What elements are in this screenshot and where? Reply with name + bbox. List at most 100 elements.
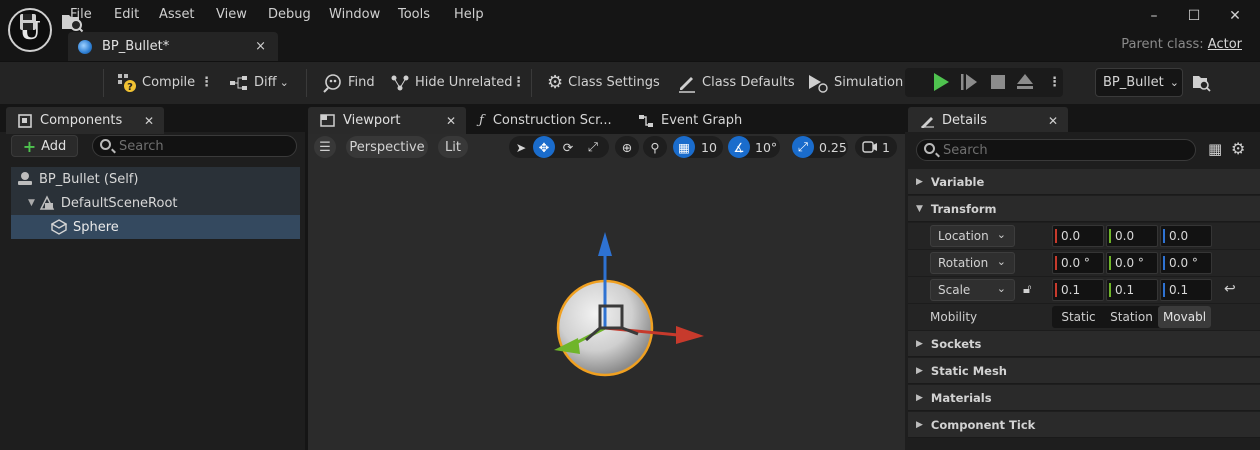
debug-object-browse-icon[interactable] [1191,61,1211,104]
category-label: Static Mesh [930,363,1007,378]
scale-dropdown[interactable]: Scale ⌄ [930,279,1015,301]
mobility-static-option[interactable]: Static [1052,306,1105,328]
tab-viewport[interactable]: Viewport ✕ [308,107,466,134]
category-transform[interactable]: ▼ Transform [908,196,1260,222]
rotation-z-field[interactable]: 0.0 ° [1160,252,1212,274]
camera-speed-button[interactable]: 1 [855,136,897,158]
document-tab-bp-bullet[interactable]: BP_Bullet* × [68,32,278,61]
scale-mode-icon[interactable]: ⤢ [581,139,605,155]
close-window-button[interactable]: ✕ [1222,8,1248,30]
minimize-button[interactable]: – [1141,8,1167,30]
browse-icon[interactable] [60,0,84,43]
close-icon[interactable]: ✕ [1048,114,1058,128]
tab-details[interactable]: Details ✕ [908,107,1068,134]
perspective-button[interactable]: Perspective [346,136,428,158]
mobility-stationary-option[interactable]: Station [1105,306,1158,328]
eject-icon[interactable] [1016,73,1034,95]
location-dropdown[interactable]: Location ⌄ [930,225,1015,247]
menu-debug[interactable]: Debug [268,7,311,25]
location-y-field[interactable]: 0.0 [1106,225,1158,247]
diff-button[interactable]: Diff ⌄ [229,61,289,104]
rotation-label: Rotation [938,256,989,270]
menu-help[interactable]: Help [454,7,484,25]
settings-gear-icon[interactable]: ⚙ [1231,139,1245,158]
menu-tools[interactable]: Tools [398,7,430,25]
rotation-dropdown[interactable]: Rotation ⌄ [930,252,1015,274]
category-variable[interactable]: ▶ Variable [908,169,1260,195]
maximize-button[interactable]: ☐ [1181,8,1207,30]
play-controls [905,68,1063,97]
parent-class-link[interactable]: Actor [1208,37,1242,52]
collapse-arrow-icon[interactable]: ▼ [28,198,35,208]
grid-snap-button[interactable]: ▦ 10 [673,136,723,158]
viewport-menu-icon[interactable]: ☰ [314,136,336,158]
compile-options-icon[interactable]: ⋮ [200,61,213,104]
property-location: Location ⌄ 0.0 0.0 0.0 [908,223,1260,250]
close-icon[interactable]: ✕ [144,114,154,128]
close-tab-icon[interactable]: × [255,39,266,54]
mobility-movable-option[interactable]: Movabl [1158,306,1211,328]
find-button[interactable]: Find [323,61,375,104]
stop-icon[interactable] [990,74,1006,94]
menu-window[interactable]: Window [329,7,380,25]
location-label: Location [938,229,989,243]
scale-y-field[interactable]: 0.1 [1106,279,1158,301]
menu-asset[interactable]: Asset [159,7,195,25]
parent-class-label: Parent class: [1121,37,1204,52]
unlock-icon[interactable]: 🔓︎ [1023,282,1031,297]
simulation-button[interactable]: Simulation [807,61,903,104]
search-icon [100,139,111,150]
compile-button[interactable]: ? Compile [117,61,195,104]
category-materials[interactable]: ▶ Materials [908,385,1260,411]
debug-object-dropdown[interactable]: BP_Bullet ⌄ [1095,68,1183,97]
lit-button[interactable]: Lit [438,136,468,158]
chevron-down-icon: ⌄ [279,76,289,89]
toolbar-separator [103,69,104,97]
tree-item-default-scene-root[interactable]: ▼ DefaultSceneRoot [11,191,300,215]
rotation-y-field[interactable]: 0.0 ° [1106,252,1158,274]
event-graph-icon [639,114,653,127]
tree-item-self[interactable]: BP_Bullet (Self) [11,167,300,191]
step-icon[interactable] [960,72,978,96]
hide-unrelated-options-icon[interactable]: ⋮ [512,61,525,104]
save-icon[interactable] [18,0,38,43]
category-static-mesh[interactable]: ▶ Static Mesh [908,358,1260,384]
world-local-icon[interactable]: ⊕ [615,136,639,158]
class-settings-button[interactable]: ⚙ Class Settings [547,61,660,104]
play-options-icon[interactable]: ⋮ [1048,61,1061,104]
category-label: Transform [930,201,997,216]
scale-x-field[interactable]: 0.1 [1052,279,1104,301]
tab-construction-script[interactable]: ƒ Construction Scr... [479,107,612,134]
translate-mode-icon[interactable]: ✥ [533,136,555,158]
camera-icon [862,141,877,153]
menu-view[interactable]: View [216,7,247,25]
menu-edit[interactable]: Edit [114,7,139,25]
components-search-input[interactable] [119,137,284,155]
rotation-x-field[interactable]: 0.0 ° [1052,252,1104,274]
location-x-field[interactable]: 0.0 [1052,225,1104,247]
details-search-input[interactable] [943,141,1183,159]
rotate-mode-icon[interactable]: ⟳ [555,140,581,155]
rotation-snap-button[interactable]: ∡ 10° [728,136,780,158]
hide-unrelated-button[interactable]: Hide Unrelated [390,61,513,104]
play-icon[interactable] [932,72,950,96]
table-view-icon[interactable]: ▦ [1208,140,1222,158]
add-component-button[interactable]: + Add [11,135,78,157]
tab-event-graph[interactable]: Event Graph [638,107,742,134]
surface-snap-icon[interactable]: ⚲ [643,136,667,158]
viewport-canvas[interactable] [308,134,905,450]
event-graph-tab-label: Event Graph [661,113,743,128]
select-mode-icon[interactable]: ➤ [509,140,533,155]
close-icon[interactable]: ✕ [446,114,456,128]
tree-item-label: BP_Bullet (Self) [39,171,139,187]
category-component-tick[interactable]: ▶ Component Tick [908,412,1260,438]
find-icon [323,73,341,93]
reset-arrow-icon[interactable]: ↩ [1224,281,1236,297]
category-sockets[interactable]: ▶ Sockets [908,331,1260,357]
tab-components[interactable]: Components ✕ [6,107,164,134]
scale-snap-button[interactable]: ⤢ 0.25 [792,136,848,158]
tree-item-sphere[interactable]: Sphere [11,215,300,239]
location-z-field[interactable]: 0.0 [1160,225,1212,247]
class-defaults-button[interactable]: Class Defaults [677,61,795,104]
scale-z-field[interactable]: 0.1 [1160,279,1212,301]
